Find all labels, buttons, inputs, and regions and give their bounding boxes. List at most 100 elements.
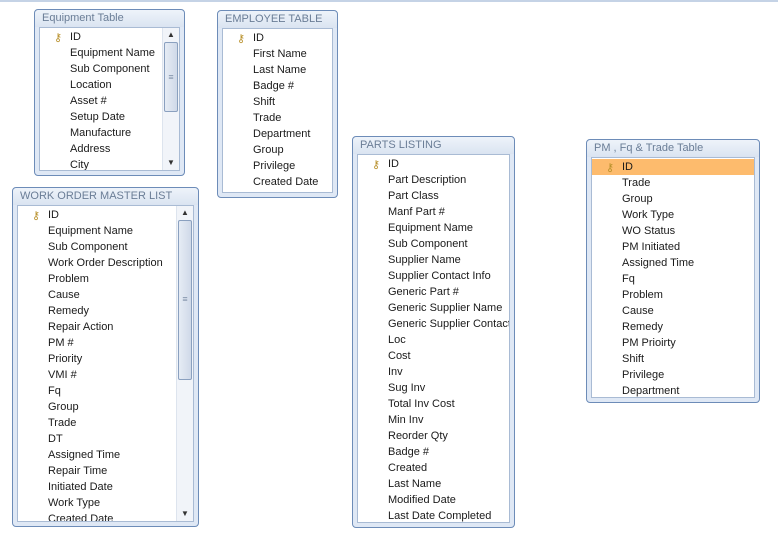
field-item[interactable]: Last Name bbox=[358, 476, 509, 492]
field-item[interactable]: Sub Component bbox=[40, 61, 179, 77]
field-item[interactable]: Generic Part # bbox=[358, 284, 509, 300]
work-order-master-list[interactable]: WORK ORDER MASTER LIST ⚷ ID Equipment Name S… bbox=[12, 187, 199, 527]
field-item[interactable]: Last Date Completed bbox=[358, 508, 509, 522]
field-item[interactable]: Initiated Date bbox=[18, 479, 193, 495]
table-title[interactable]: WORK ORDER MASTER LIST bbox=[13, 188, 198, 205]
field-item[interactable]: Created Date bbox=[18, 511, 193, 521]
field-item[interactable]: Problem bbox=[18, 271, 193, 287]
field-list: ⚷ ID Equipment Name Sub Component Location As… bbox=[39, 27, 180, 171]
equipment-table[interactable]: Equipment Table ⚷ ID Equipment Name Sub Comp… bbox=[34, 9, 185, 176]
field-item[interactable]: Work Type bbox=[592, 207, 754, 223]
field-item[interactable]: Sub Component bbox=[18, 239, 193, 255]
field-item[interactable]: Created bbox=[358, 460, 509, 476]
field-item[interactable]: Assigned Time bbox=[18, 447, 193, 463]
field-item[interactable]: Address bbox=[40, 141, 179, 157]
field-item[interactable]: Fq bbox=[18, 383, 193, 399]
field-item[interactable]: Trade bbox=[592, 175, 754, 191]
table-title[interactable]: Equipment Table bbox=[35, 10, 184, 27]
field-item[interactable]: Department bbox=[592, 383, 754, 397]
field-item[interactable]: Cause bbox=[592, 303, 754, 319]
field-item[interactable]: Badge # bbox=[358, 444, 509, 460]
field-item[interactable]: Privilege bbox=[592, 367, 754, 383]
field-item[interactable]: Modified Date bbox=[358, 492, 509, 508]
vertical-scrollbar[interactable]: ▲ ≡ ▼ bbox=[176, 206, 193, 521]
field-name: Generic Supplier Contact bbox=[388, 318, 510, 330]
table-title[interactable]: EMPLOYEE TABLE bbox=[218, 11, 337, 28]
field-item[interactable]: Sub Component bbox=[358, 236, 509, 252]
field-item[interactable]: Equipment Name bbox=[40, 45, 179, 61]
field-item[interactable]: Problem bbox=[592, 287, 754, 303]
field-item[interactable]: Group bbox=[592, 191, 754, 207]
field-item[interactable]: Repair Action bbox=[18, 319, 193, 335]
scrollbar-thumb[interactable]: ≡ bbox=[164, 42, 178, 113]
field-name: Badge # bbox=[253, 80, 294, 92]
employee-table[interactable]: EMPLOYEE TABLE ⚷ ID First Name Last Name Badg… bbox=[217, 10, 338, 198]
field-item[interactable]: Assigned Time bbox=[592, 255, 754, 271]
field-item[interactable]: Trade bbox=[18, 415, 193, 431]
field-item[interactable]: Work Order Description bbox=[18, 255, 193, 271]
field-item[interactable]: Supplier Name bbox=[358, 252, 509, 268]
field-item[interactable]: ⚷ ID bbox=[40, 29, 179, 45]
field-item[interactable]: Reorder Qty bbox=[358, 428, 509, 444]
field-item[interactable]: First Name bbox=[223, 46, 332, 62]
field-item[interactable]: PM Prioirty bbox=[592, 335, 754, 351]
field-item[interactable]: DT bbox=[18, 431, 193, 447]
field-item[interactable]: Badge # bbox=[223, 78, 332, 94]
field-item[interactable]: Sug Inv bbox=[358, 380, 509, 396]
field-item[interactable]: ⚷ ID bbox=[18, 207, 193, 223]
field-item[interactable]: Priority bbox=[18, 351, 193, 367]
field-item[interactable]: Min Inv bbox=[358, 412, 509, 428]
field-item[interactable]: Work Type bbox=[18, 495, 193, 511]
field-item[interactable]: Last Name bbox=[223, 62, 332, 78]
table-title[interactable]: PM , Fq & Trade Table bbox=[587, 140, 759, 157]
pm-fq-trade-table[interactable]: PM , Fq & Trade Table ⚷ ID Trade Group Work T… bbox=[586, 139, 760, 403]
field-item[interactable]: Created Date bbox=[223, 174, 332, 190]
field-item[interactable]: Equipment Name bbox=[18, 223, 193, 239]
field-item[interactable]: Inv bbox=[358, 364, 509, 380]
field-item[interactable]: Department bbox=[223, 126, 332, 142]
field-item[interactable]: PM # bbox=[18, 335, 193, 351]
field-item[interactable]: Part Description bbox=[358, 172, 509, 188]
field-item[interactable]: Cost bbox=[358, 348, 509, 364]
field-item[interactable]: Setup Date bbox=[40, 109, 179, 125]
field-item[interactable]: ⚷ ID bbox=[223, 30, 332, 46]
field-name: Work Type bbox=[48, 497, 101, 509]
arrow-up-icon[interactable]: ▲ bbox=[177, 206, 193, 220]
field-item[interactable]: Group bbox=[18, 399, 193, 415]
field-item[interactable]: Trade bbox=[223, 110, 332, 126]
field-item[interactable]: Remedy bbox=[18, 303, 193, 319]
scrollbar-thumb[interactable]: ≡ bbox=[178, 220, 192, 380]
arrow-down-icon[interactable]: ▼ bbox=[177, 507, 193, 521]
field-item[interactable]: Shift bbox=[592, 351, 754, 367]
field-item[interactable]: Repair Time bbox=[18, 463, 193, 479]
field-item[interactable]: Supplier Contact Info bbox=[358, 268, 509, 284]
field-item[interactable]: Manufacture bbox=[40, 125, 179, 141]
field-name: Address bbox=[70, 143, 111, 155]
vertical-scrollbar[interactable]: ▲ ≡ ▼ bbox=[162, 28, 179, 170]
field-item[interactable]: Privilege bbox=[223, 158, 332, 174]
field-item[interactable]: WO Status bbox=[592, 223, 754, 239]
field-item[interactable]: ⚷ ID bbox=[358, 156, 509, 172]
field-item[interactable]: City bbox=[40, 157, 179, 170]
field-item[interactable]: Cause bbox=[18, 287, 193, 303]
field-item[interactable]: Generic Supplier Name bbox=[358, 300, 509, 316]
field-item[interactable]: Equipment Name bbox=[358, 220, 509, 236]
field-item[interactable]: VMI # bbox=[18, 367, 193, 383]
field-item[interactable]: Total Inv Cost bbox=[358, 396, 509, 412]
field-item[interactable]: Manf Part # bbox=[358, 204, 509, 220]
field-item[interactable]: Shift bbox=[223, 94, 332, 110]
table-title[interactable]: PARTS LISTING bbox=[353, 137, 514, 154]
field-item[interactable]: Part Class bbox=[358, 188, 509, 204]
field-item[interactable]: Loc bbox=[358, 332, 509, 348]
field-item[interactable]: ⚷ ID bbox=[592, 159, 754, 175]
field-item[interactable]: Location bbox=[40, 77, 179, 93]
field-item[interactable]: Remedy bbox=[592, 319, 754, 335]
arrow-up-icon[interactable]: ▲ bbox=[163, 28, 179, 42]
field-item[interactable]: Group bbox=[223, 142, 332, 158]
parts-listing[interactable]: PARTS LISTING ⚷ ID Part Description Part Cla… bbox=[352, 136, 515, 528]
arrow-down-icon[interactable]: ▼ bbox=[163, 156, 179, 170]
field-item[interactable]: Generic Supplier Contact bbox=[358, 316, 509, 332]
field-item[interactable]: PM Initiated bbox=[592, 239, 754, 255]
field-item[interactable]: Asset # bbox=[40, 93, 179, 109]
field-item[interactable]: Fq bbox=[592, 271, 754, 287]
